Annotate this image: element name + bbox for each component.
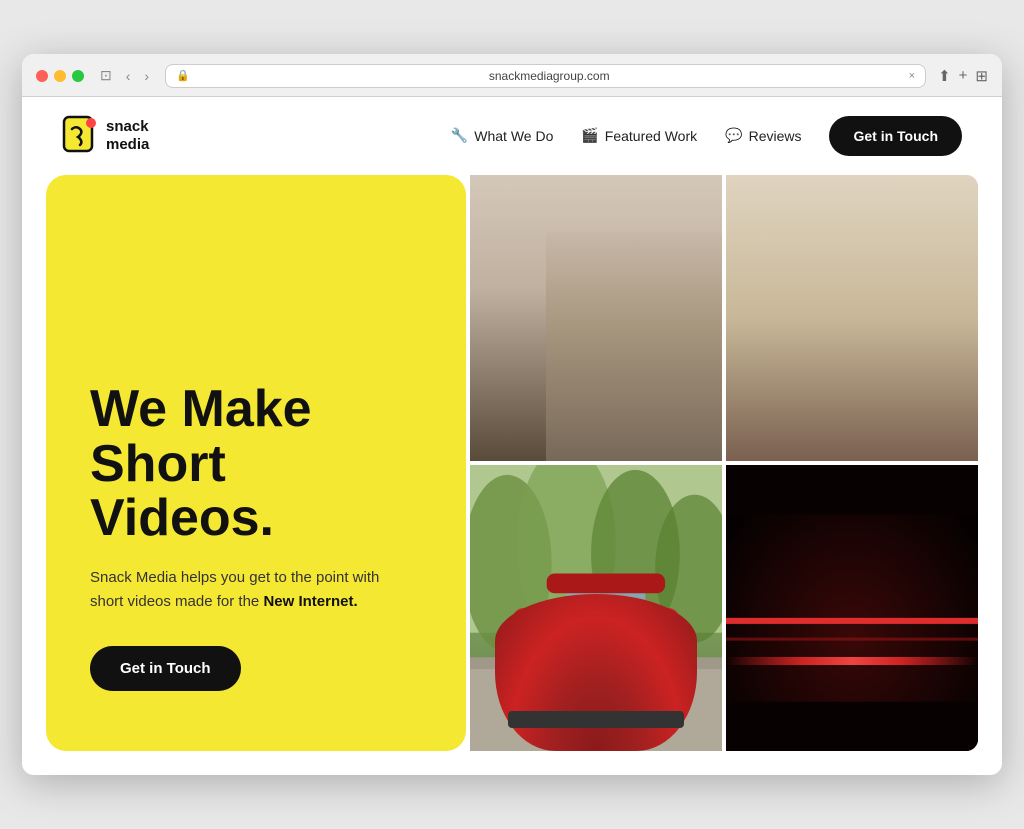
hero-subtext: Snack Media helps you get to the point w… xyxy=(90,566,390,614)
hero-subtext-bold: New Internet. xyxy=(263,593,357,610)
tab-close-icon[interactable]: × xyxy=(909,70,915,82)
hero-get-in-touch-button[interactable]: Get in Touch xyxy=(90,646,241,691)
hero-image-grid xyxy=(470,175,978,751)
window-controls xyxy=(36,70,84,82)
minimize-window-button[interactable] xyxy=(54,70,66,82)
hero-image-person xyxy=(470,175,722,461)
hero-heading-line1: We Make xyxy=(90,380,312,438)
hero-image-interior xyxy=(726,175,978,461)
site-content: snack media 🔧 What We Do 🎬 Featured Work… xyxy=(22,97,1002,775)
browser-chrome: ⊡ ‹ › 🔒 snackmediagroup.com × ⬆ + ⊞ xyxy=(22,54,1002,97)
dark-scene-svg xyxy=(726,465,978,751)
lock-icon: 🔒 xyxy=(176,69,190,82)
hero-section: We Make Short Videos. Snack Media helps … xyxy=(22,175,1002,775)
url-text: snackmediagroup.com xyxy=(196,69,903,83)
nav-reviews[interactable]: 💬 Reviews xyxy=(725,127,801,144)
wrench-icon: 🔧 xyxy=(451,127,468,144)
forward-button[interactable]: › xyxy=(140,66,153,86)
nav-link-label: What We Do xyxy=(474,128,553,144)
hero-image-vehicle xyxy=(470,465,722,751)
vehicle-scene-svg xyxy=(470,465,722,751)
browser-nav-buttons: ⊡ ‹ › xyxy=(96,65,153,86)
person-scene-svg xyxy=(470,175,722,461)
hero-heading-line2: Short Videos. xyxy=(90,435,274,548)
hero-left-panel: We Make Short Videos. Snack Media helps … xyxy=(46,175,466,751)
sidebar-toggle-button[interactable]: ⊡ xyxy=(96,65,116,86)
browser-window: ⊡ ‹ › 🔒 snackmediagroup.com × ⬆ + ⊞ xyxy=(22,54,1002,775)
maximize-window-button[interactable] xyxy=(72,70,84,82)
logo-text: snack media xyxy=(106,118,149,154)
nav-link-label: Reviews xyxy=(749,128,802,144)
hero-heading: We Make Short Videos. xyxy=(90,382,422,546)
grid-button[interactable]: ⊞ xyxy=(975,67,988,85)
back-button[interactable]: ‹ xyxy=(122,66,135,86)
interior-scene-svg xyxy=(726,175,978,461)
close-window-button[interactable] xyxy=(36,70,48,82)
film-icon: 🎬 xyxy=(581,127,598,144)
logo[interactable]: snack media xyxy=(62,115,149,157)
nav-links: 🔧 What We Do 🎬 Featured Work 💬 Reviews G… xyxy=(451,116,962,156)
nav-link-label: Featured Work xyxy=(605,128,697,144)
share-button[interactable]: ⬆ xyxy=(938,67,951,85)
logo-icon xyxy=(62,115,98,157)
hero-image-dark xyxy=(726,465,978,751)
browser-actions-right: ⬆ + ⊞ xyxy=(938,67,988,85)
address-bar[interactable]: 🔒 snackmediagroup.com × xyxy=(165,64,926,88)
chat-icon: 💬 xyxy=(725,127,742,144)
nav-featured-work[interactable]: 🎬 Featured Work xyxy=(581,127,697,144)
navigation: snack media 🔧 What We Do 🎬 Featured Work… xyxy=(22,97,1002,175)
new-tab-button[interactable]: + xyxy=(959,67,968,84)
nav-get-in-touch-button[interactable]: Get in Touch xyxy=(829,116,962,156)
nav-what-we-do[interactable]: 🔧 What We Do xyxy=(451,127,554,144)
